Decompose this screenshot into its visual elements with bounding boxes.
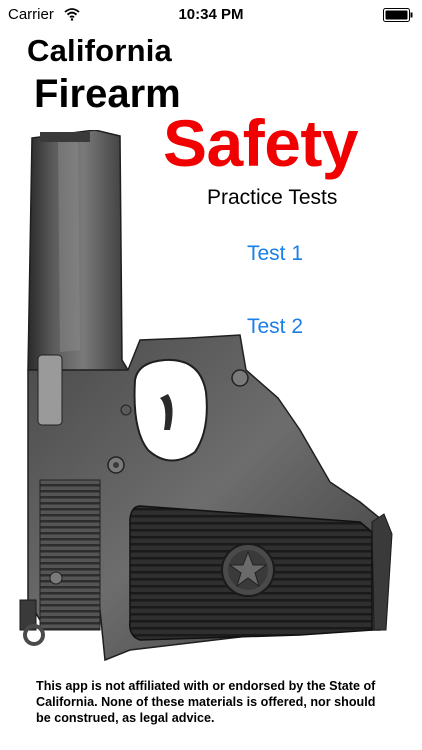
- test-2-button[interactable]: Test 2: [247, 315, 303, 339]
- pistol-image: [19, 130, 393, 662]
- title-safety: Safety: [163, 106, 359, 180]
- subtitle-practice-tests: Practice Tests: [207, 186, 338, 209]
- status-bar: Carrier 10:34 PM: [0, 0, 422, 30]
- disclaimer-text: This app is not affiliated with or endor…: [36, 679, 376, 725]
- title-california: California: [27, 33, 172, 68]
- battery-icon: [383, 8, 413, 22]
- title-firearm: Firearm: [34, 72, 181, 116]
- status-time: 10:34 PM: [178, 6, 244, 23]
- test-1-button[interactable]: Test 1: [247, 242, 303, 266]
